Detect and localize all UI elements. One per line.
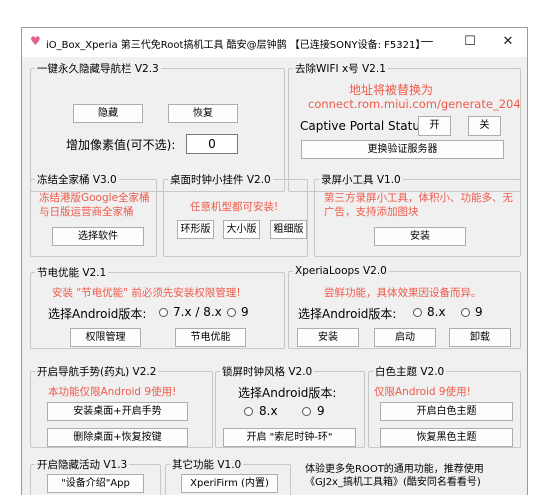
select-software-button[interactable]: 选择软件 xyxy=(52,227,144,246)
pixel-value-input[interactable]: 0 xyxy=(186,134,238,154)
hidden-activity-legend: 开启隐藏活动 V1.3 xyxy=(37,459,128,471)
lock-android-9-label: 9 xyxy=(317,404,325,418)
loops-android-9-radio[interactable] xyxy=(461,308,470,317)
xperia-loops-note: 尝鲜功能，具体效果因设备而异。 xyxy=(324,287,482,299)
power-saving-legend: 节电优能 V2.1 xyxy=(37,267,107,279)
clock-widget-note: 任意机型都可安装! xyxy=(190,201,279,213)
sony-clock-ring-button[interactable]: 开启 "索尼时钟-环" xyxy=(223,428,356,447)
recorder-install-button[interactable]: 安装 xyxy=(374,227,466,246)
white-theme-note: 仅限Android 9使用! xyxy=(374,386,471,398)
lock-android-8-label: 8.x xyxy=(259,404,278,418)
android-7-8-radio[interactable] xyxy=(159,308,168,317)
wifi-note-line1: 地址将被替换为 xyxy=(349,83,434,97)
nav-hide-legend: 一键永久隐藏导航栏 V2.3 xyxy=(37,63,159,75)
wifi-note-line2: connect.rom.miui.com/generate_204 xyxy=(308,97,521,111)
ring-version-button[interactable]: 环形版 xyxy=(177,220,214,239)
window-title: iO_Box_Xperia 第三代免Root搞机工具 酷安@层钟鹊 【已连接SO… xyxy=(46,40,426,51)
clock-widget-legend: 桌面时钟小挂件 V2.0 xyxy=(170,174,271,186)
white-theme-legend: 白色主题 V2.0 xyxy=(375,366,445,378)
wifi-x-legend: 去除WIFI x号 V2.1 xyxy=(295,63,386,75)
captive-off-button[interactable]: 关 xyxy=(468,116,501,136)
power-saving-android-label: 选择Android版本: xyxy=(48,307,147,321)
minimize-button[interactable]: — xyxy=(407,31,447,53)
xperifirm-button[interactable]: XperiFirm (内置) xyxy=(181,474,278,493)
restore-nav-button[interactable]: 恢复 xyxy=(168,104,238,123)
loops-android-9-label: 9 xyxy=(475,305,483,319)
freeze-note: 冻结港版Google全家桶与日版运营商全家桶 xyxy=(39,192,150,218)
permission-manager-button[interactable]: 权限管理 xyxy=(70,328,141,347)
loops-install-button[interactable]: 安装 xyxy=(297,328,359,347)
captive-portal-status-label: Captive Portal Status: xyxy=(300,119,431,133)
heart-app-icon: ♥ xyxy=(30,34,41,48)
other-functions-legend: 其它功能 V1.0 xyxy=(172,459,242,471)
device-info-app-button[interactable]: "设备介绍"App xyxy=(47,474,144,493)
enable-gesture-button[interactable]: 安装桌面+开启手势 xyxy=(47,402,188,421)
restore-black-theme-button[interactable]: 恢复黑色主题 xyxy=(380,428,513,447)
maximize-button[interactable]: ☐ xyxy=(450,31,490,53)
lock-android-8-radio[interactable] xyxy=(244,407,253,416)
restore-keys-button[interactable]: 删除桌面+恢复按键 xyxy=(47,428,188,447)
app-window: ♥ iO_Box_Xperia 第三代免Root搞机工具 酷安@层钟鹊 【已连接… xyxy=(21,27,528,495)
close-button[interactable]: ✕ xyxy=(488,31,527,53)
captive-on-button[interactable]: 开 xyxy=(418,116,451,136)
footer-recommendation-note: 体验更多免ROOT的通用功能，推荐使用《GJ2x_搞机工具箱》(酷安同名看看号) xyxy=(305,464,484,488)
enable-white-theme-button[interactable]: 开启白色主题 xyxy=(380,402,513,421)
clock-widget-group: 桌面时钟小挂件 V2.0 xyxy=(163,172,308,257)
hide-nav-button[interactable]: 隐藏 xyxy=(73,104,143,123)
xperia-loops-android-label: 选择Android版本: xyxy=(298,307,397,321)
loops-uninstall-button[interactable]: 卸载 xyxy=(449,328,511,347)
lock-clock-android-label: 选择Android版本: xyxy=(238,386,337,400)
recorder-legend: 录屏小工具 V1.0 xyxy=(321,174,401,186)
nav-gesture-note: 本功能仅限Android 9使用! xyxy=(48,386,177,398)
thick-thin-version-button[interactable]: 粗细版 xyxy=(270,220,307,239)
change-server-button[interactable]: 更换验证服务器 xyxy=(301,140,504,159)
freeze-legend: 冻结全家桶 V3.0 xyxy=(37,174,117,186)
android-9-label: 9 xyxy=(241,305,249,319)
lock-clock-legend: 锁屏时钟风格 V2.0 xyxy=(222,366,313,378)
lock-android-9-radio[interactable] xyxy=(302,407,311,416)
recorder-note: 第三方录屏小工具，体积小、功能多、无广告，支持添加图块 xyxy=(324,192,513,218)
xperia-loops-legend: XperiaLoops V2.0 xyxy=(295,265,387,277)
loops-android-8-label: 8.x xyxy=(427,305,446,319)
nav-gesture-legend: 开启导航手势(药丸) V2.2 xyxy=(37,366,157,378)
android-9-radio[interactable] xyxy=(227,308,236,317)
big-small-version-button[interactable]: 大小版 xyxy=(223,220,260,239)
pixel-label: 增加像素值(可不选): xyxy=(66,138,176,152)
title-bar[interactable]: ♥ iO_Box_Xperia 第三代免Root搞机工具 酷安@层钟鹊 【已连接… xyxy=(22,28,527,57)
loops-start-button[interactable]: 启动 xyxy=(374,328,436,347)
loops-android-8-radio[interactable] xyxy=(413,308,422,317)
power-saving-note: 安装 "节电优能" 前必须先安装权限管理! xyxy=(52,287,241,299)
android-7-8-label: 7.x / 8.x xyxy=(173,305,222,319)
power-saving-button[interactable]: 节电优能 xyxy=(175,328,246,347)
